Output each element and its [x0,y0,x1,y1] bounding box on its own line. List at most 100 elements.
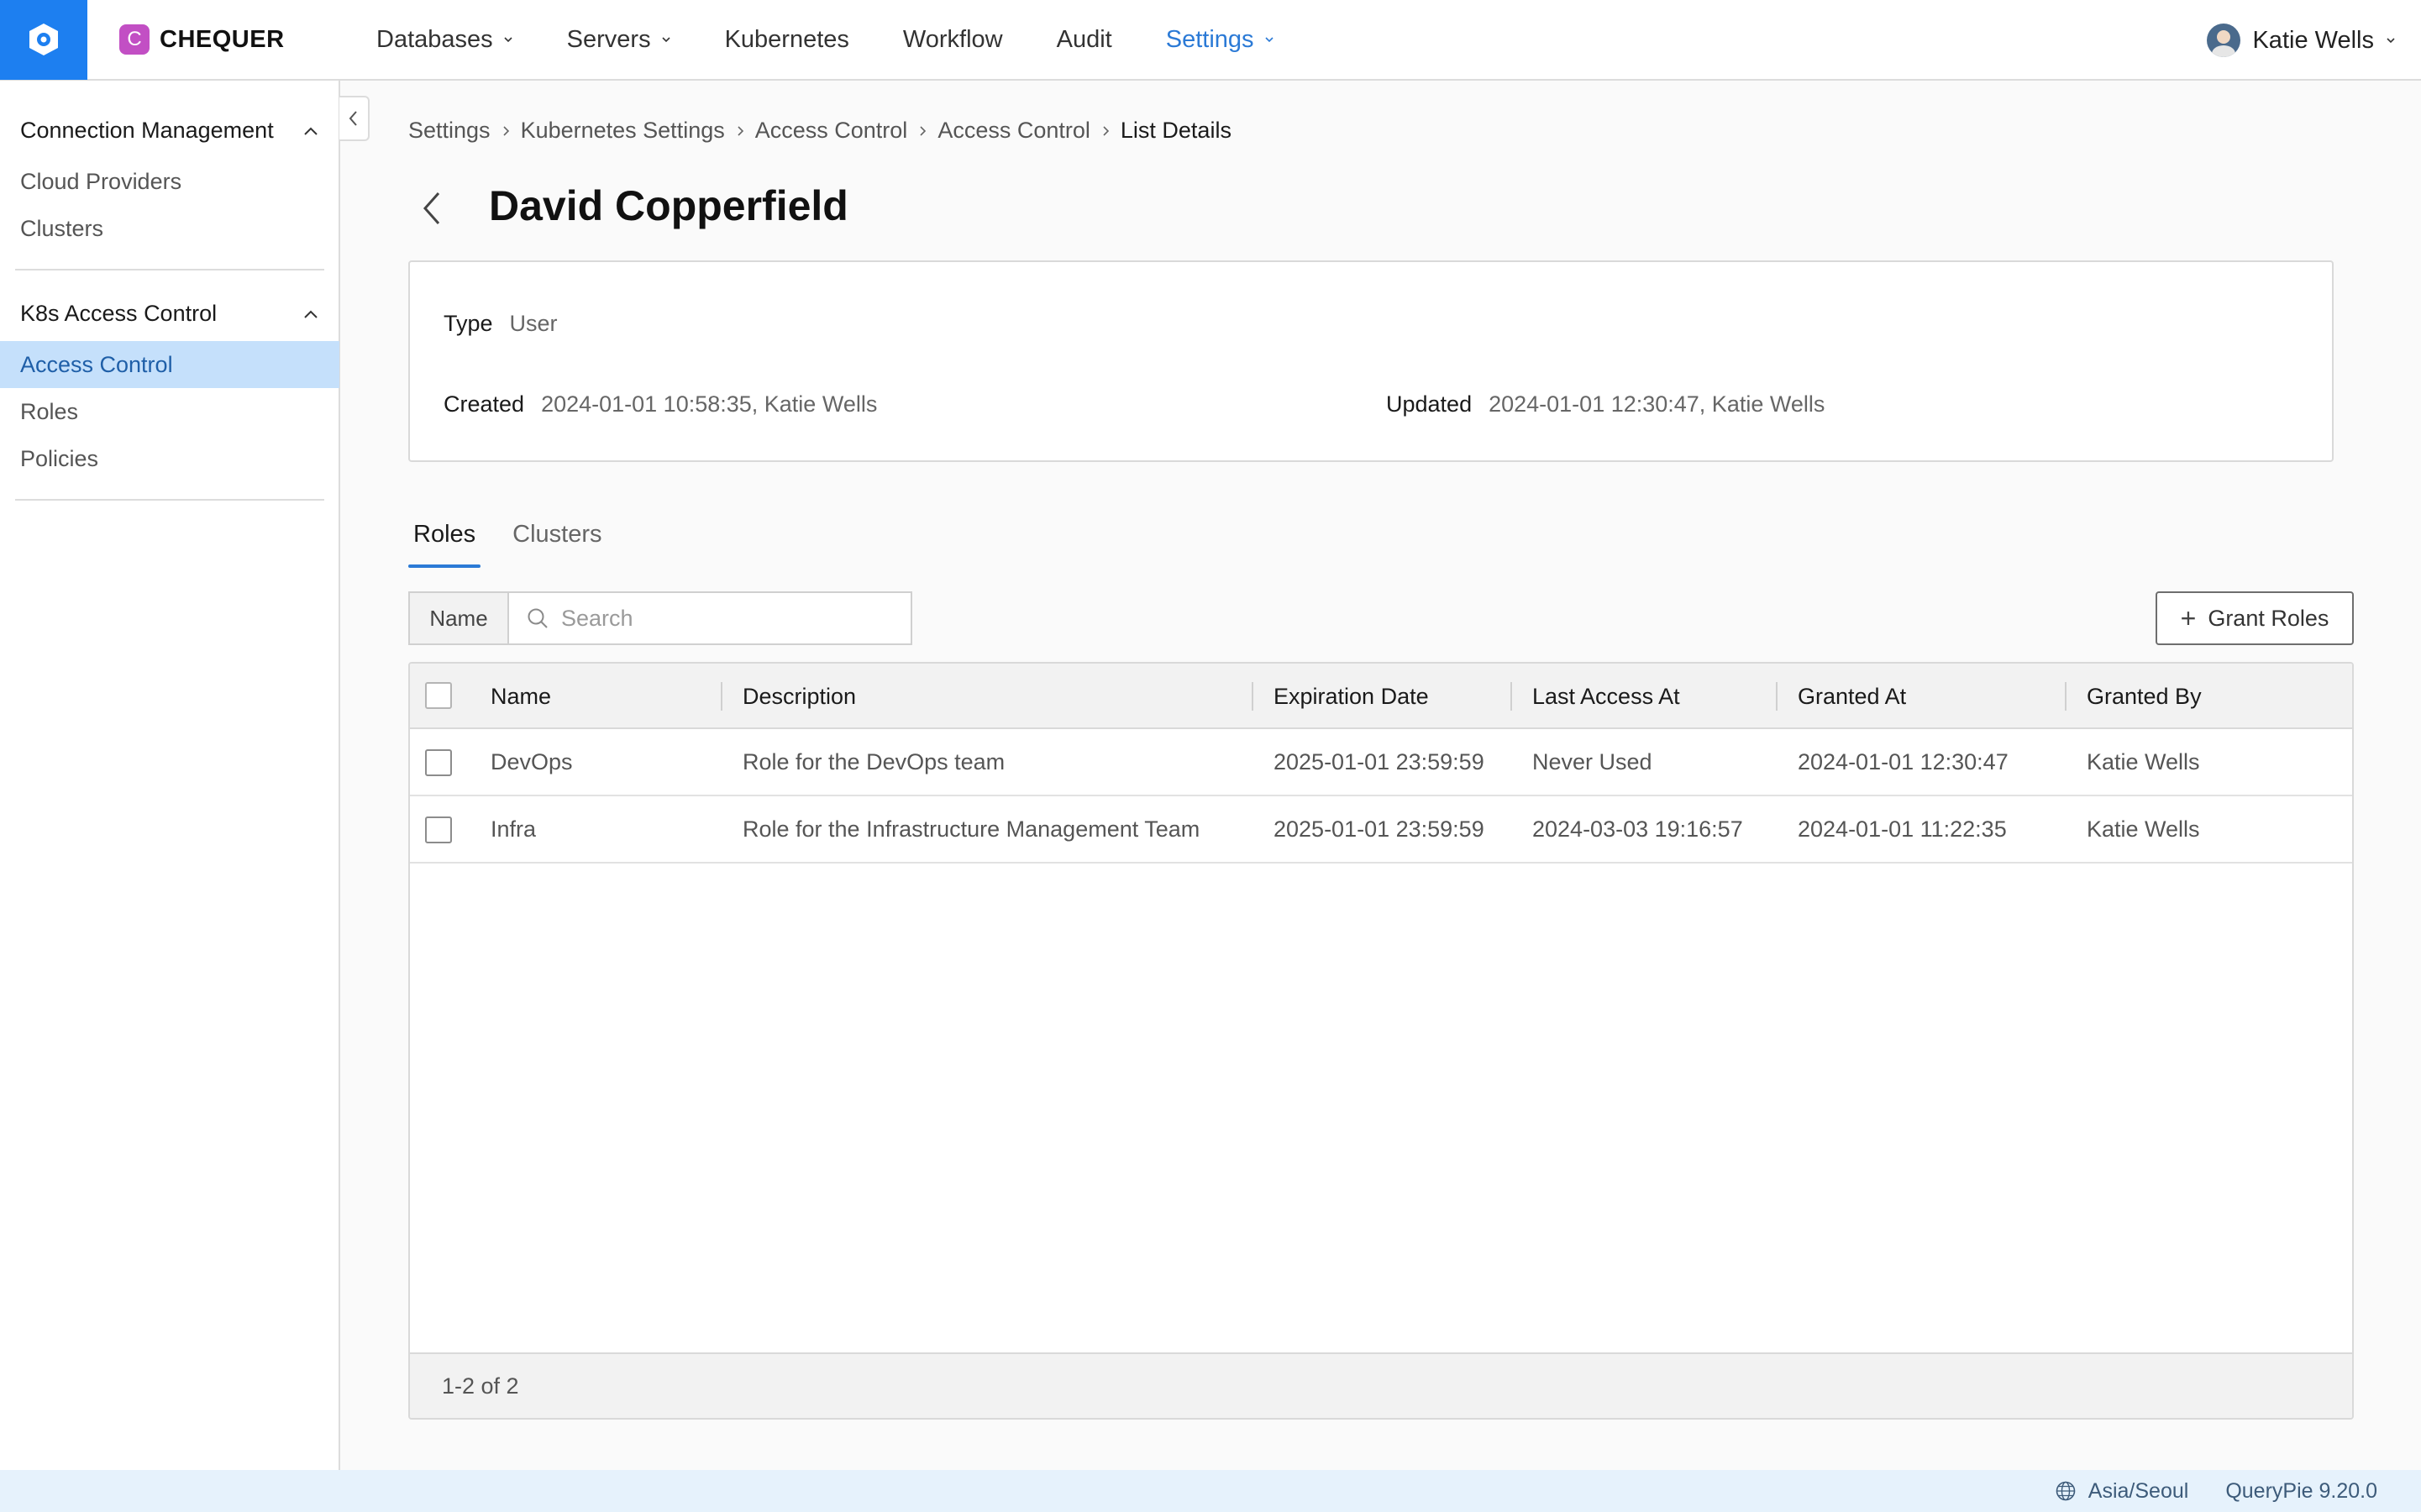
top-navigation-bar: C CHEQUER Databases Servers Kubernetes W… [0,0,2421,81]
column-header-name[interactable]: Name [491,664,551,729]
sidebar-item-label: Access Control [20,351,173,377]
tab-clusters[interactable]: Clusters [507,521,607,568]
brand-name: CHEQUER [160,25,285,53]
grant-roles-button[interactable]: + Grant Roles [2156,591,2354,645]
sidebar-group-title: K8s Access Control [20,301,218,326]
nav-audit[interactable]: Audit [1057,0,1112,80]
nav-audit-label: Audit [1056,25,1112,53]
info-created-label: Created [444,391,525,417]
column-header-granted-by[interactable]: Granted By [2087,664,2202,729]
sidebar-item-roles[interactable]: Roles [0,388,339,435]
column-resize-handle[interactable] [721,682,722,711]
chevron-left-icon [423,192,440,224]
plus-icon: + [2180,603,2197,633]
nav-settings[interactable]: Settings [1166,0,1274,80]
info-type-value: User [509,311,558,336]
table-header: Name Description Expiration Date Last Ac… [410,664,2352,729]
sidebar-item-label: Clusters [20,215,104,241]
chevron-down-icon [662,37,670,43]
chevron-down-icon [504,37,512,43]
cell-granted-by: Katie Wells [2087,748,2200,774]
tab-roles[interactable]: Roles [408,521,481,568]
row-checkbox[interactable] [425,816,452,843]
chevron-right-icon [502,125,509,136]
table-row[interactable]: Infra Role for the Infrastructure Manage… [410,796,2352,864]
column-resize-handle[interactable] [1252,682,1253,711]
chevron-left-icon [349,111,357,126]
cell-granted-by: Katie Wells [2087,816,2200,842]
sidebar-item-clusters[interactable]: Clusters [0,205,339,252]
info-updated-value: 2024-01-01 12:30:47, Katie Wells [1489,391,1825,417]
chevron-down-icon [1264,37,1274,43]
column-header-last-access-at[interactable]: Last Access At [1532,664,1680,729]
cell-granted-at: 2024-01-01 11:22:35 [1798,816,2007,842]
grant-roles-label: Grant Roles [2208,605,2329,631]
chevron-right-icon [1103,125,1110,136]
sidebar-divider [15,499,324,501]
pagination-summary: 1-2 of 2 [442,1373,519,1399]
back-button[interactable] [420,188,454,228]
nav-kubernetes-label: Kubernetes [724,25,849,53]
column-header-expiration-date[interactable]: Expiration Date [1274,664,1429,729]
cell-expiration-date: 2025-01-01 23:59:59 [1274,816,1484,842]
user-name: Katie Wells [2252,26,2374,54]
column-resize-handle[interactable] [2065,682,2067,711]
sidebar-item-policies[interactable]: Policies [0,435,339,482]
column-resize-handle[interactable] [1776,682,1778,711]
sidebar-group-k8s-access-control[interactable]: K8s Access Control [20,301,319,327]
globe-icon [2056,1481,2076,1501]
cell-description: Role for the DevOps team [743,748,1006,774]
brand[interactable]: C CHEQUER [119,24,371,55]
cell-last-access-at: 2024-03-03 19:16:57 [1532,816,1743,842]
breadcrumb-settings[interactable]: Settings [408,118,491,144]
search-input[interactable] [561,605,897,632]
cell-name: DevOps [491,748,573,774]
chevron-right-icon [738,125,743,136]
chevron-down-icon [2387,38,2395,44]
nav-kubernetes[interactable]: Kubernetes [725,0,849,80]
sidebar-divider [15,269,324,270]
info-updated-label: Updated [1386,391,1473,417]
info-type: Type User [444,311,558,337]
breadcrumb: Settings Kubernetes Settings Access Cont… [408,118,1232,144]
detail-info-card: Type User Created 2024-01-01 10:58:35, K… [408,260,2334,462]
sidebar-item-access-control[interactable]: Access Control [0,341,339,388]
search-box[interactable] [509,591,912,645]
info-updated: Updated 2024-01-01 12:30:47, Katie Wells [1386,391,1825,417]
nav-workflow-label: Workflow [902,25,1003,53]
sidebar-item-label: Roles [20,398,79,424]
app-logo-icon[interactable] [0,0,87,80]
column-header-granted-at[interactable]: Granted At [1798,664,1906,729]
brand-mark-icon: C [119,24,150,55]
sidebar-group-connection-management[interactable]: Connection Management [20,118,319,144]
cell-expiration-date: 2025-01-01 23:59:59 [1274,748,1484,774]
cell-granted-at: 2024-01-01 12:30:47 [1798,748,2009,774]
column-resize-handle[interactable] [1510,682,1512,711]
user-menu[interactable]: Katie Wells [2207,0,2396,81]
name-filter: Name [408,591,912,645]
row-checkbox[interactable] [425,749,452,776]
main-nav: Databases Servers Kubernetes Workflow Au… [376,0,1328,80]
nav-databases[interactable]: Databases [376,0,513,80]
select-all-checkbox[interactable] [425,682,452,709]
chevron-up-icon [304,127,318,135]
cell-last-access-at: Never Used [1532,748,1652,774]
avatar [2207,24,2241,57]
page-title: David Copperfield [489,182,848,229]
breadcrumb-access-control-sub[interactable]: Access Control [937,118,1090,144]
nav-workflow[interactable]: Workflow [903,0,1003,80]
detail-tabs: Roles Clusters [408,521,634,568]
info-created: Created 2024-01-01 10:58:35, Katie Wells [444,391,877,417]
breadcrumb-kubernetes-settings[interactable]: Kubernetes Settings [521,118,725,144]
nav-settings-label: Settings [1165,25,1254,53]
sidebar-group-title: Connection Management [20,118,274,143]
timezone[interactable]: Asia/Seoul [2088,1479,2189,1504]
sidebar-collapse-button[interactable] [339,96,370,141]
filter-field-select[interactable]: Name [408,591,509,645]
breadcrumb-access-control[interactable]: Access Control [755,118,908,144]
column-header-description[interactable]: Description [743,664,856,729]
sidebar-item-label: Policies [20,445,99,471]
table-row[interactable]: DevOps Role for the DevOps team 2025-01-… [410,729,2352,796]
nav-servers[interactable]: Servers [567,0,671,80]
sidebar-item-cloud-providers[interactable]: Cloud Providers [0,158,339,205]
